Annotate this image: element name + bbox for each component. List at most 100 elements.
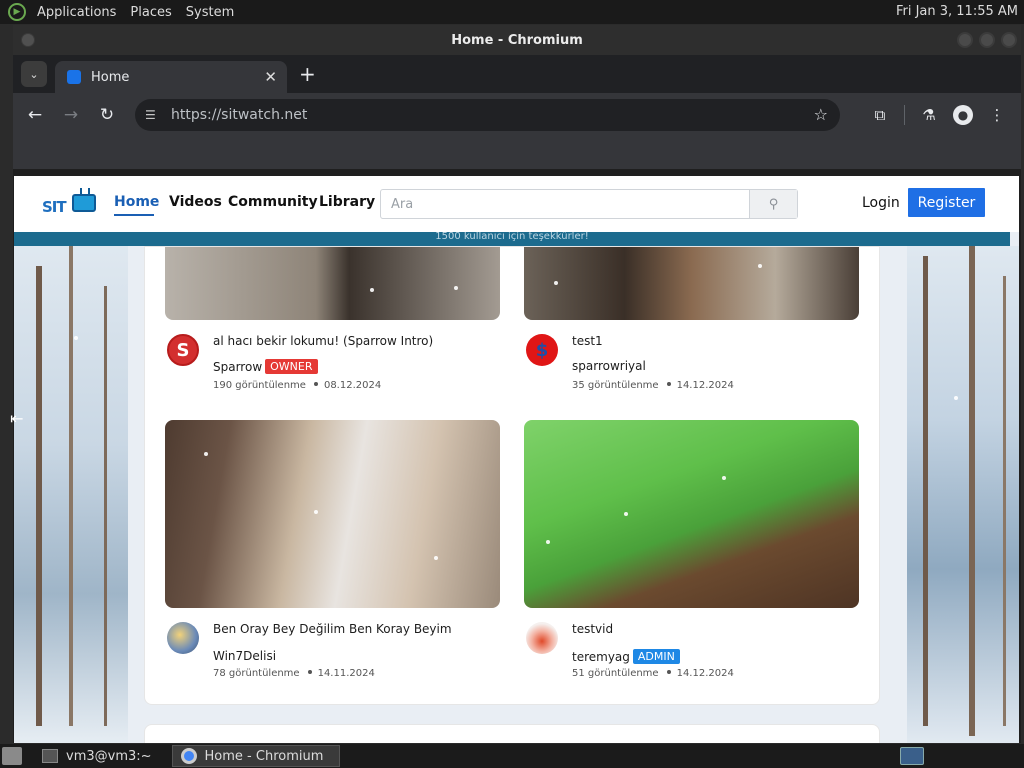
video-title[interactable]: Ben Oray Bey Değilim Ben Koray Beyim — [213, 622, 452, 636]
labs-flask-icon[interactable]: ⚗ — [915, 101, 943, 129]
snowflake — [722, 476, 726, 480]
window-titlebar[interactable]: Home - Chromium — [13, 25, 1021, 55]
maximize-icon[interactable] — [979, 32, 995, 48]
bookmarks-bar — [13, 137, 1021, 169]
snowflake — [954, 396, 958, 400]
window-menu-icon[interactable] — [21, 33, 35, 47]
minimize-icon[interactable] — [957, 32, 973, 48]
clock[interactable]: Fri Jan 3, 11:55 AM — [896, 4, 1018, 19]
nav-home[interactable]: Home — [114, 194, 159, 210]
video-meta: 190 görüntülenme 08.12.2024 — [213, 380, 381, 391]
applications-icon[interactable]: ▶ — [8, 3, 26, 21]
forward-arrow-icon[interactable]: → — [57, 101, 85, 129]
video-thumbnail[interactable] — [165, 420, 500, 608]
snowflake — [624, 512, 628, 516]
menu-system[interactable]: System — [179, 5, 241, 20]
new-tab-icon[interactable]: + — [299, 62, 316, 86]
address-bar[interactable]: ☰ https://sitwatch.net ☆ — [135, 99, 840, 131]
announcement-bar: 1500 kullanıcı için teşekkürler! — [14, 232, 1010, 246]
nav-library[interactable]: Library — [319, 194, 375, 210]
upload-date: 08.12.2024 — [323, 380, 382, 391]
upload-date: 14.11.2024 — [317, 668, 375, 679]
view-count: 35 görüntülenme — [572, 380, 659, 391]
winter-decoration-left — [14, 246, 128, 743]
snowflake — [370, 288, 374, 292]
video-title[interactable]: test1 — [572, 334, 603, 348]
upload-date: 14.12.2024 — [676, 380, 734, 391]
menu-places[interactable]: Places — [123, 5, 178, 20]
search-bar: ⚲ — [380, 189, 798, 219]
upload-date: 14.12.2024 — [676, 668, 734, 679]
snowflake — [434, 556, 438, 560]
owner-badge: OWNER — [265, 359, 318, 374]
video-thumbnail[interactable] — [165, 247, 500, 320]
system-top-panel: ▶ Applications Places System Fri Jan 3, … — [0, 0, 1024, 24]
video-thumbnail[interactable] — [524, 247, 859, 320]
terminal-label: vm3@vm3:~ — [66, 748, 152, 764]
extensions-icon[interactable]: ⧉ — [866, 101, 894, 129]
close-window-icon[interactable] — [1001, 32, 1017, 48]
login-button[interactable]: Login — [862, 195, 900, 211]
menu-applications[interactable]: Applications — [30, 5, 123, 20]
bottom-taskbar: vm3@vm3:~ Home - Chromium — [0, 744, 1024, 768]
toolbar-divider — [904, 105, 905, 125]
channel-name[interactable]: Win7Delisi — [213, 649, 276, 663]
video-title[interactable]: testvid — [572, 622, 613, 636]
channel-name[interactable]: Sparrow — [213, 360, 262, 374]
snowflake — [406, 326, 410, 330]
site-favicon-icon — [67, 70, 81, 84]
channel-avatar[interactable] — [167, 622, 199, 654]
snowflake — [270, 696, 274, 700]
bookmark-star-icon[interactable]: ☆ — [814, 105, 828, 124]
snowflake — [454, 286, 458, 290]
logo-text: SIT — [42, 198, 67, 216]
video-thumbnail[interactable] — [524, 420, 859, 608]
tab-title: Home — [91, 69, 130, 85]
site-header: SIT Home Videos Community Library ⚲ Logi… — [14, 176, 1019, 232]
page-viewport[interactable]: SIT Home Videos Community Library ⚲ Logi… — [14, 176, 1019, 743]
admin-badge: ADMIN — [632, 649, 680, 664]
channel-row: Sparrow OWNER — [213, 359, 318, 374]
video-title[interactable]: al hacı bekir lokumu! (Sparrow Intro) — [213, 334, 433, 348]
tab-home[interactable]: Home ✕ — [55, 61, 287, 93]
profile-icon[interactable]: ● — [953, 105, 973, 125]
channel-avatar[interactable] — [526, 622, 558, 654]
site-info-icon[interactable]: ☰ — [145, 108, 159, 122]
reload-icon[interactable]: ↻ — [93, 101, 121, 129]
search-button-icon[interactable]: ⚲ — [749, 190, 797, 218]
browser-window: Home - Chromium ⌄ Home ✕ + ← → ↻ ☰ https… — [13, 25, 1021, 743]
url-text[interactable]: https://sitwatch.net — [171, 107, 307, 123]
snowflake — [554, 281, 558, 285]
channel-row: Win7Delisi — [213, 649, 276, 663]
nav-active-underline — [114, 214, 154, 216]
site-logo[interactable]: SIT — [42, 188, 98, 220]
snowflake — [204, 452, 208, 456]
register-button[interactable]: Register — [908, 188, 985, 217]
view-count: 190 görüntülenme — [213, 380, 306, 391]
next-section-card — [144, 724, 880, 743]
browser-toolbar: ← → ↻ ☰ https://sitwatch.net ☆ ⧉ ⚗ ● ⋮ — [13, 93, 1021, 137]
channel-avatar[interactable]: $ — [526, 334, 558, 366]
video-meta: 51 görüntülenme 14.12.2024 — [572, 668, 734, 679]
show-desktop-icon[interactable] — [2, 747, 22, 765]
back-arrow-icon[interactable]: ← — [21, 101, 49, 129]
tab-close-icon[interactable]: ✕ — [264, 68, 277, 86]
workspace-switcher-icon[interactable] — [900, 747, 924, 765]
nav-community[interactable]: Community — [228, 194, 318, 210]
snowflake — [828, 616, 832, 620]
kebab-menu-icon[interactable]: ⋮ — [983, 101, 1011, 129]
chromium-label: Home - Chromium — [204, 748, 324, 764]
video-grid: S al hacı bekir lokumu! (Sparrow Intro) … — [144, 246, 880, 705]
winter-decoration-right — [907, 246, 1019, 743]
channel-name[interactable]: sparrowriyal — [572, 359, 646, 373]
search-input[interactable] — [381, 190, 749, 218]
nav-videos[interactable]: Videos — [169, 194, 222, 210]
tv-icon — [72, 194, 96, 212]
snowflake — [74, 336, 78, 340]
channel-avatar[interactable]: S — [167, 334, 199, 366]
taskbar-item-chromium[interactable]: Home - Chromium — [171, 745, 340, 767]
taskbar-item-terminal[interactable]: vm3@vm3:~ — [34, 745, 160, 767]
mouse-cursor-icon: ⇤ — [10, 409, 24, 428]
tab-search-chevron-icon[interactable]: ⌄ — [21, 61, 47, 87]
channel-name[interactable]: teremyag — [572, 650, 630, 664]
